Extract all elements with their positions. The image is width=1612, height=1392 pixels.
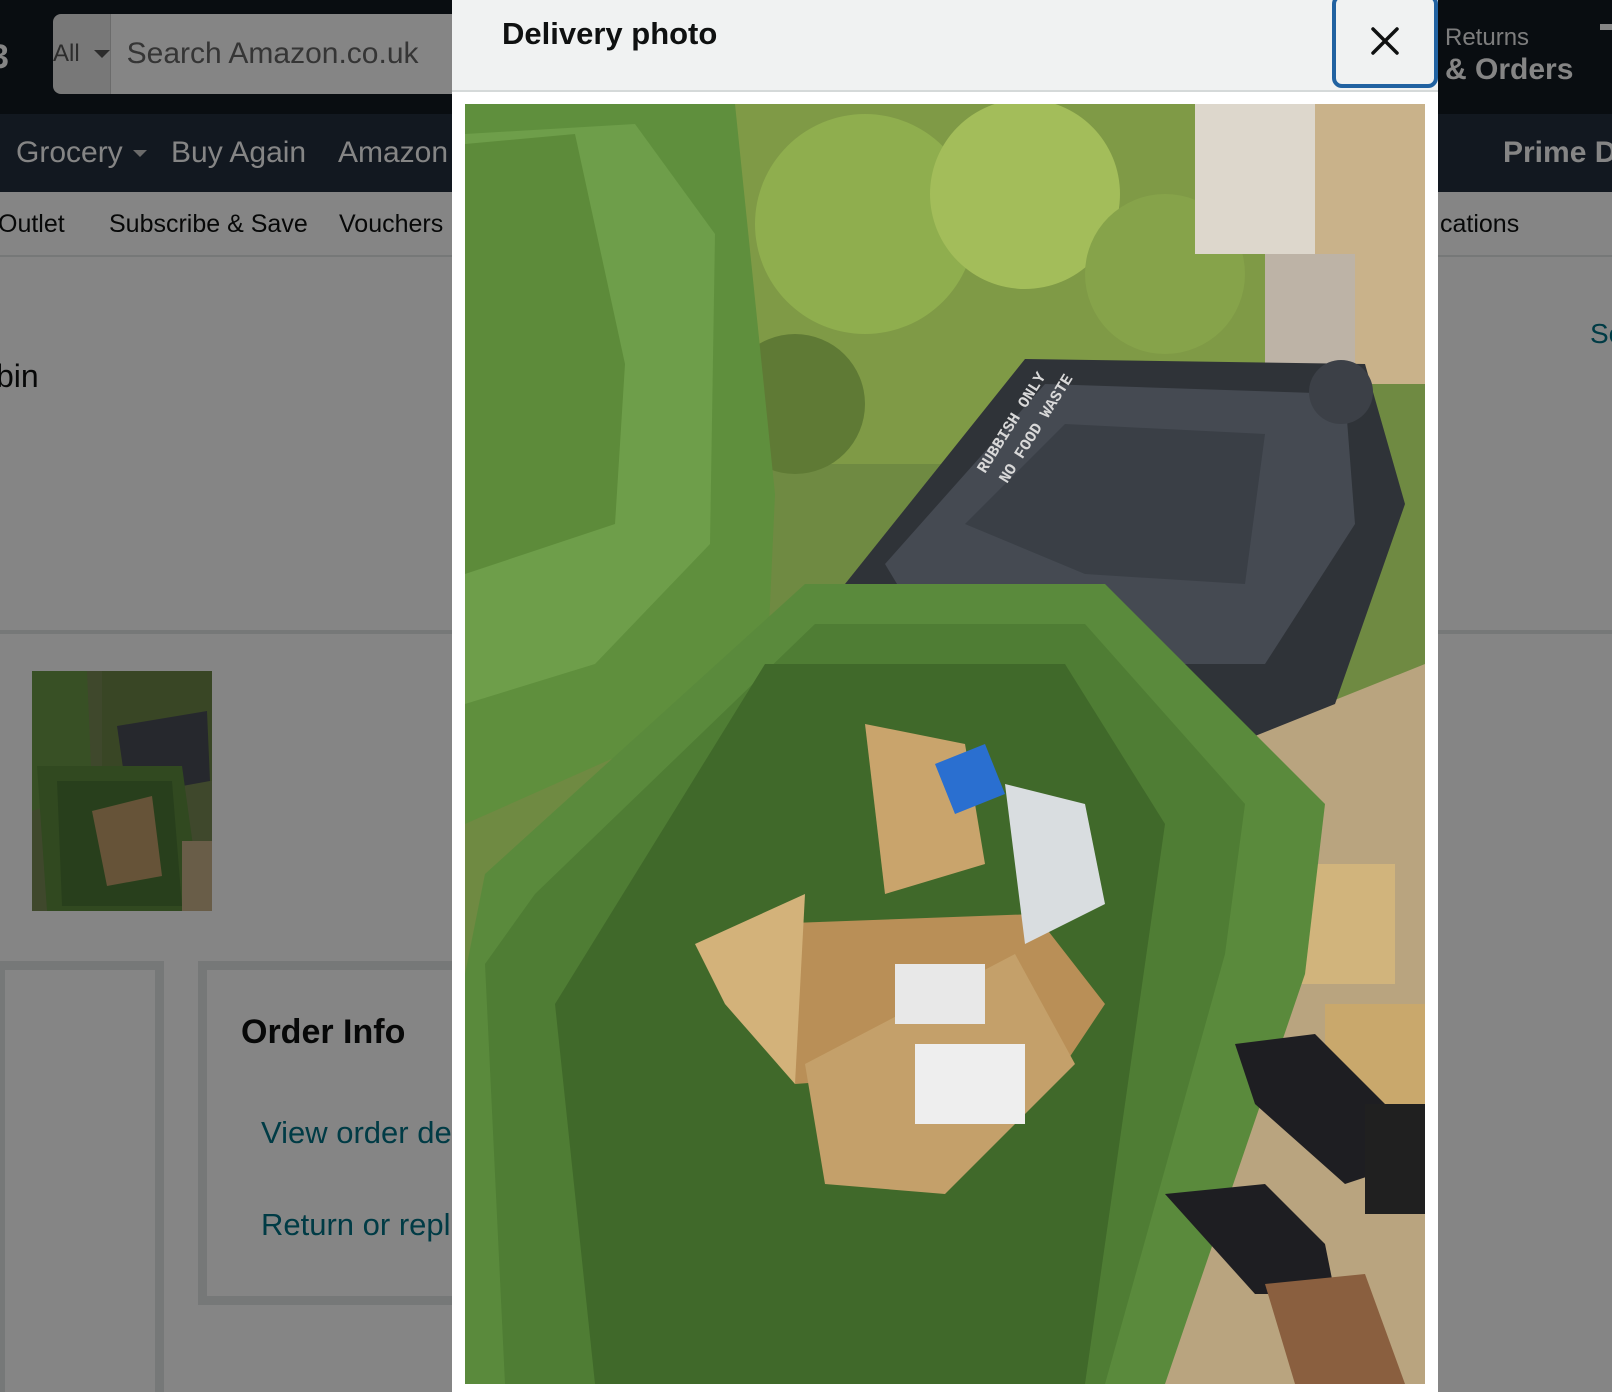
delivery-photo: RUBBISH ONLY NO FOOD WASTE [465,104,1425,1384]
close-button[interactable] [1332,0,1438,88]
close-icon [1371,27,1399,55]
delivery-photo-modal: Delivery photo RUBBISH ONLY NO FOOD WAST… [452,0,1438,1392]
modal-title: Delivery photo [502,16,718,51]
modal-header: Delivery photo [452,0,1438,92]
